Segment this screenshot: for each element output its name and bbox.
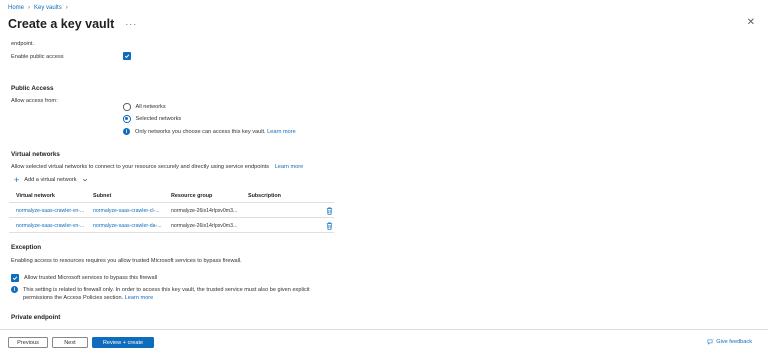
breadcrumb: Home › Key vaults › (8, 5, 68, 11)
close-icon[interactable]: ✕ (747, 17, 755, 28)
radio-button-icon (123, 103, 131, 111)
virtual-networks-learn-more-link[interactable]: Learn more (275, 164, 304, 170)
exception-heading: Exception (11, 244, 42, 251)
footer-bar: Previous Next Review + create Give feedb… (0, 329, 768, 355)
exception-description: Enabling access to resources requires yo… (11, 258, 242, 264)
give-feedback-link[interactable]: Give feedback (707, 339, 752, 345)
plus-icon: + (14, 175, 20, 185)
virtual-networks-description-row: Allow selected virtual networks to conne… (11, 164, 303, 170)
public-access-heading: Public Access (11, 85, 54, 92)
table-row-divider (9, 232, 334, 233)
virtual-networks-description: Allow selected virtual networks to conne… (11, 164, 270, 170)
checkmark-icon (123, 52, 131, 60)
info-icon: i (11, 286, 18, 293)
review-create-button[interactable]: Review + create (92, 337, 154, 348)
info-icon: i (123, 128, 130, 135)
breadcrumb-home[interactable]: Home (8, 5, 24, 11)
row2-resource-group: normalyze-26ix14rlpxv0m3... (171, 223, 238, 229)
row1-virtual-network-link[interactable]: normalyze-saas-crawler-vn-... (16, 208, 84, 214)
add-virtual-network-label: Add a virtual network (24, 177, 77, 183)
checkmark-icon (12, 276, 18, 281)
allow-trusted-services-label: Allow trusted Microsoft services to bypa… (24, 275, 158, 281)
radio-selected-networks[interactable]: Selected networks (123, 115, 181, 123)
endpoint-tail-text: endpoint. (11, 41, 35, 47)
add-virtual-network-button[interactable]: + Add a virtual network (14, 175, 88, 185)
page-title: Create a key vault (8, 17, 115, 31)
private-endpoint-heading: Private endpoint (11, 314, 61, 321)
breadcrumb-separator: › (65, 5, 68, 11)
chevron-down-icon (82, 178, 87, 182)
row2-delete-icon[interactable] (326, 222, 333, 232)
radio-selected-networks-label: Selected networks (135, 115, 182, 122)
row2-virtual-network-link[interactable]: normalyze-saas-crawler-vn-... (16, 223, 84, 229)
allow-access-from-label: Allow access from: (11, 98, 58, 104)
exception-info-line2: permissions the Access Policies section. (23, 295, 124, 301)
table-row-divider (9, 217, 334, 218)
more-options-icon[interactable]: ··· (125, 19, 137, 29)
allow-trusted-services-row[interactable]: Allow trusted Microsoft services to bypa… (11, 274, 157, 282)
table-divider (9, 202, 334, 203)
breadcrumb-key-vaults[interactable]: Key vaults (34, 5, 62, 11)
radio-all-networks[interactable]: All networks (123, 103, 166, 111)
previous-button[interactable]: Previous (8, 337, 48, 348)
virtual-networks-heading: Virtual networks (11, 151, 60, 158)
col-virtual-network: Virtual network (16, 193, 55, 199)
row1-delete-icon[interactable] (326, 207, 333, 217)
form-content[interactable]: endpoint. Enable public access Public Ac… (0, 36, 768, 328)
public-access-info: i Only networks you choose can access th… (123, 128, 296, 135)
enable-public-access-label: Enable public access (11, 54, 64, 60)
exception-info: i This setting is related to firewall on… (11, 286, 310, 302)
public-access-info-text: Only networks you choose can access this… (135, 128, 266, 135)
next-button[interactable]: Next (52, 337, 88, 348)
public-access-learn-more-link[interactable]: Learn more (267, 129, 296, 135)
col-subnet: Subnet (93, 193, 112, 199)
col-resource-group: Resource group (171, 193, 213, 199)
enable-public-access-checkbox[interactable] (123, 52, 131, 61)
title-row: Create a key vault ··· (8, 17, 137, 31)
feedback-icon (707, 339, 713, 345)
radio-button-selected-icon (123, 115, 131, 123)
breadcrumb-separator: › (28, 5, 31, 11)
col-subscription: Subscription (248, 193, 281, 199)
row1-resource-group: normalyze-26ix14rlpxv0m3... (171, 208, 238, 214)
allow-trusted-services-checkbox[interactable] (11, 274, 19, 282)
row1-subnet-link[interactable]: normalyze-saas-crawler-cl-... (93, 208, 160, 214)
radio-all-networks-label: All networks (135, 103, 166, 110)
exception-learn-more-link[interactable]: Learn more (125, 295, 154, 301)
row2-subnet-link[interactable]: normalyze-saas-crawler-da-... (93, 223, 162, 229)
give-feedback-label: Give feedback (716, 339, 752, 345)
exception-info-line1: This setting is related to firewall only… (23, 287, 310, 293)
